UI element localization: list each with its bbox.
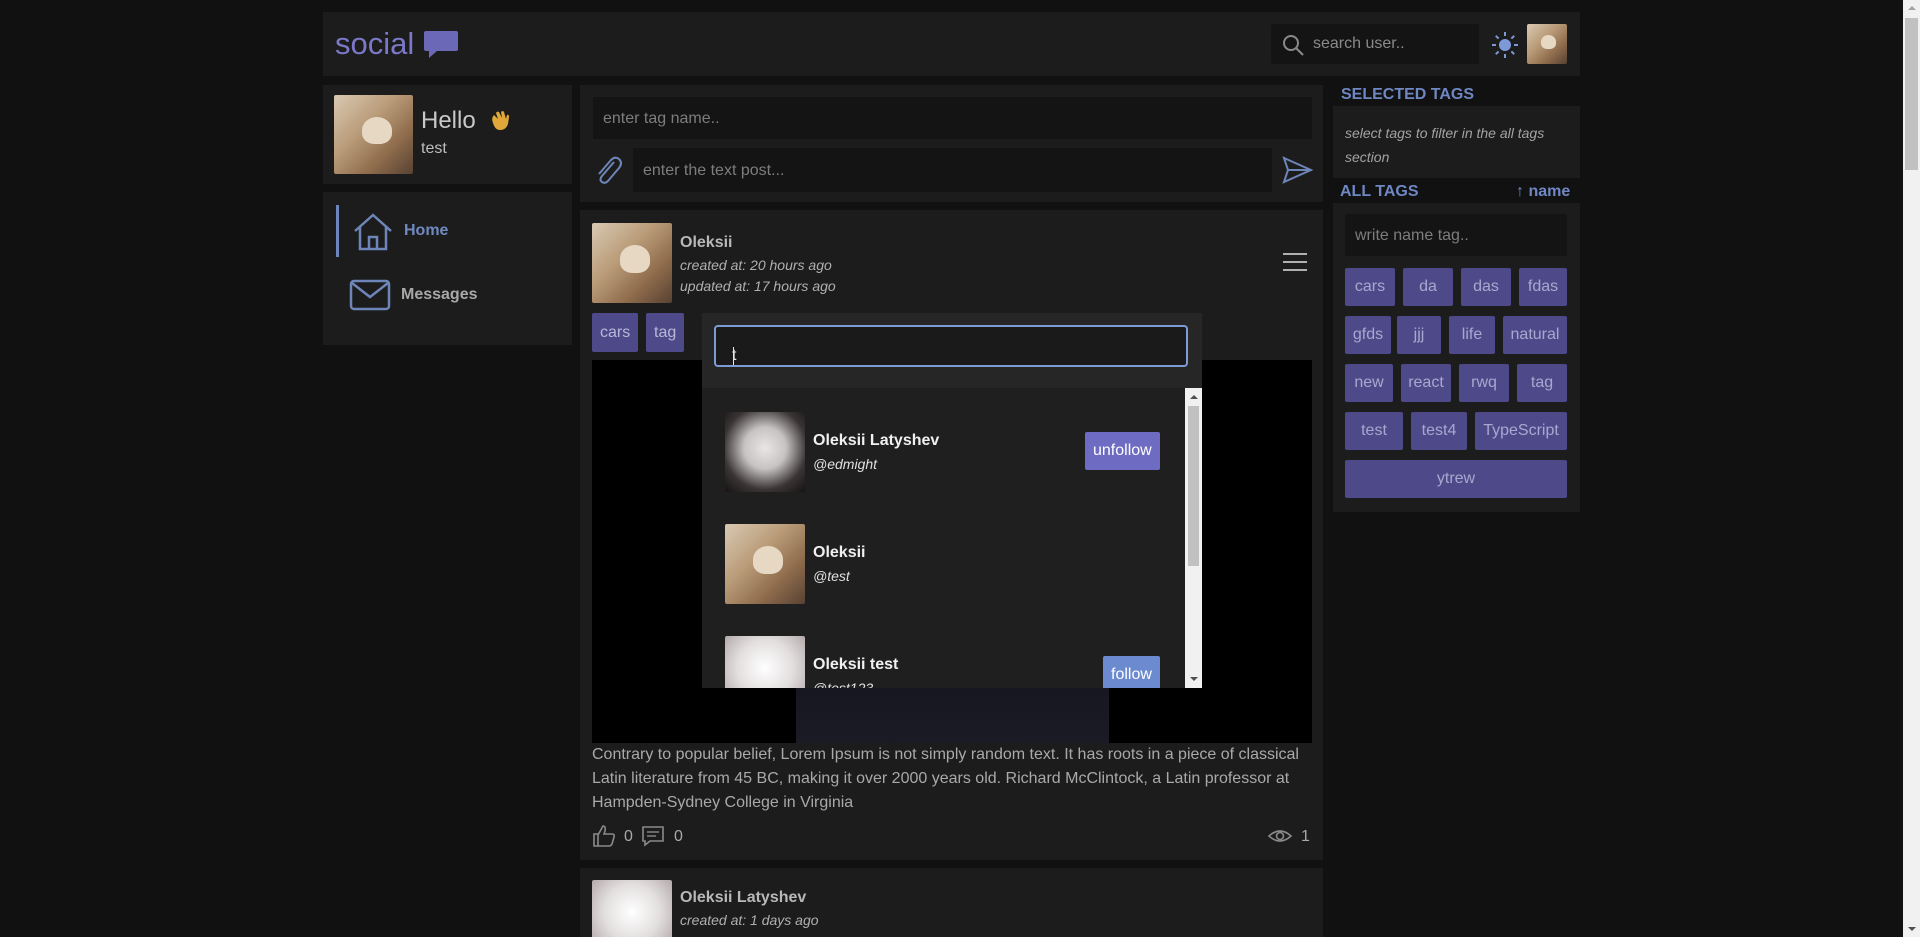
profile-avatar[interactable] <box>334 95 413 174</box>
scrollbar-thumb[interactable] <box>1188 406 1199 566</box>
user-avatar[interactable] <box>725 636 805 688</box>
sidebar-item-label: Messages <box>401 286 478 303</box>
tag-chip[interactable]: cars <box>1345 268 1395 306</box>
scroll-down-icon[interactable] <box>1903 921 1920 937</box>
tag-chip[interactable]: TypeScript <box>1475 412 1567 450</box>
user-search-input[interactable]: t <box>714 325 1188 367</box>
search-input[interactable]: search user.. <box>1313 35 1405 53</box>
scroll-up-icon[interactable] <box>1903 0 1920 16</box>
tag-chip[interactable]: test <box>1345 412 1403 450</box>
user-result[interactable]: Oleksii test @test123 follow <box>702 612 1185 688</box>
profile-card: Hello test <box>323 85 572 184</box>
comment-count: 0 <box>674 828 683 845</box>
view-count: 1 <box>1301 828 1310 845</box>
menu-icon[interactable] <box>1282 252 1308 272</box>
user-result[interactable]: Oleksii Latyshev @edmight unfollow <box>702 388 1185 498</box>
search-icon <box>1283 35 1304 56</box>
post-composer: enter tag name.. enter the text post... <box>580 85 1323 202</box>
sidebar-item-home[interactable]: Home <box>336 205 556 257</box>
like-icon[interactable] <box>592 824 616 848</box>
tag-chip[interactable]: react <box>1401 364 1451 402</box>
tag-search-input[interactable]: write name tag.. <box>1345 214 1567 256</box>
user-name[interactable]: Oleksii Latyshev <box>813 432 939 450</box>
top-header: social search user.. <box>323 12 1580 76</box>
page-scrollbar[interactable] <box>1903 0 1920 937</box>
selected-tags-title: SELECTED TAGS <box>1341 86 1475 103</box>
tag-chip[interactable]: da <box>1403 268 1453 306</box>
tag-chip[interactable]: new <box>1345 364 1393 402</box>
tag-chip[interactable]: natural <box>1503 316 1567 354</box>
follow-button[interactable]: follow <box>1103 656 1160 688</box>
greeting: Hello <box>421 107 512 135</box>
scroll-down-icon[interactable] <box>1185 672 1202 686</box>
all-tags-title: ALL TAGS <box>1340 183 1419 200</box>
eye-icon <box>1268 830 1292 842</box>
tag-chip[interactable]: test4 <box>1411 412 1467 450</box>
post-tag[interactable]: tag <box>646 313 685 352</box>
user-handle: @test123 <box>813 680 874 688</box>
sidebar-item-messages[interactable]: Messages <box>336 269 556 321</box>
user-result[interactable]: Oleksii @test <box>702 500 1185 610</box>
selected-tags-box: select tags to filter in the all tags se… <box>1333 106 1580 178</box>
home-icon <box>354 213 392 251</box>
post-card: Oleksii Latyshev created at: 1 days ago <box>580 868 1323 937</box>
tag-chip[interactable]: life <box>1449 316 1495 354</box>
unfollow-button[interactable]: unfollow <box>1085 432 1160 470</box>
header-avatar[interactable] <box>1527 24 1567 64</box>
user-avatar[interactable] <box>725 524 805 604</box>
post-author[interactable]: Oleksii Latyshev <box>680 889 806 907</box>
user-search-box[interactable]: search user.. <box>1271 24 1479 64</box>
post-text-input[interactable]: enter the text post... <box>633 148 1272 192</box>
sidebar-item-label: Home <box>404 222 449 239</box>
user-handle: @test <box>813 568 850 584</box>
chat-bubble-icon[interactable] <box>423 29 459 61</box>
waving-hand-icon <box>492 111 510 130</box>
post-created: created at: 20 hours ago <box>680 257 832 273</box>
logo-text[interactable]: social <box>335 26 414 62</box>
user-search-overlay: t <box>702 313 1202 388</box>
send-icon[interactable] <box>1280 153 1314 187</box>
user-search-results: Oleksii Latyshev @edmight unfollow Oleks… <box>702 388 1202 688</box>
all-tags-box: write name tag.. cars da das fdas gfds j… <box>1333 203 1580 512</box>
mail-icon <box>349 279 391 311</box>
sidebar-nav: Home Messages <box>323 192 572 345</box>
post-stats: 0 0 1 <box>592 824 1312 850</box>
tag-chip[interactable]: tag <box>1517 364 1567 402</box>
sort-by-name-button[interactable]: ↑ name <box>1516 183 1570 201</box>
comment-icon[interactable] <box>641 824 665 848</box>
user-handle: @edmight <box>813 456 878 472</box>
profile-username: test <box>421 140 447 157</box>
author-avatar[interactable] <box>592 223 672 303</box>
user-name[interactable]: Oleksii test <box>813 656 898 674</box>
results-scrollbar[interactable] <box>1185 388 1202 688</box>
post-updated: updated at: 17 hours ago <box>680 278 836 294</box>
post-author[interactable]: Oleksii <box>680 234 732 252</box>
tag-chip[interactable]: rwq <box>1459 364 1509 402</box>
tag-chip[interactable]: ytrew <box>1345 460 1567 498</box>
post-created: created at: 1 days ago <box>680 912 819 928</box>
scroll-up-icon[interactable] <box>1185 390 1202 404</box>
post-tag[interactable]: cars <box>592 313 639 352</box>
user-name[interactable]: Oleksii <box>813 544 865 562</box>
sun-icon[interactable] <box>1490 30 1520 60</box>
post-text: Contrary to popular belief, Lorem Ipsum … <box>592 746 1299 811</box>
paperclip-icon[interactable] <box>592 152 624 188</box>
tag-chip[interactable]: fdas <box>1519 268 1567 306</box>
tag-chip[interactable]: gfds <box>1345 316 1391 354</box>
user-avatar[interactable] <box>725 412 805 492</box>
tag-name-input[interactable]: enter tag name.. <box>593 97 1312 139</box>
tag-chip[interactable]: das <box>1461 268 1511 306</box>
scrollbar-thumb[interactable] <box>1905 18 1918 170</box>
like-count: 0 <box>624 828 633 845</box>
tag-chip[interactable]: jjj <box>1397 316 1441 354</box>
selected-tags-hint: select tags to filter in the all tags se… <box>1345 125 1545 165</box>
author-avatar[interactable] <box>592 880 672 937</box>
